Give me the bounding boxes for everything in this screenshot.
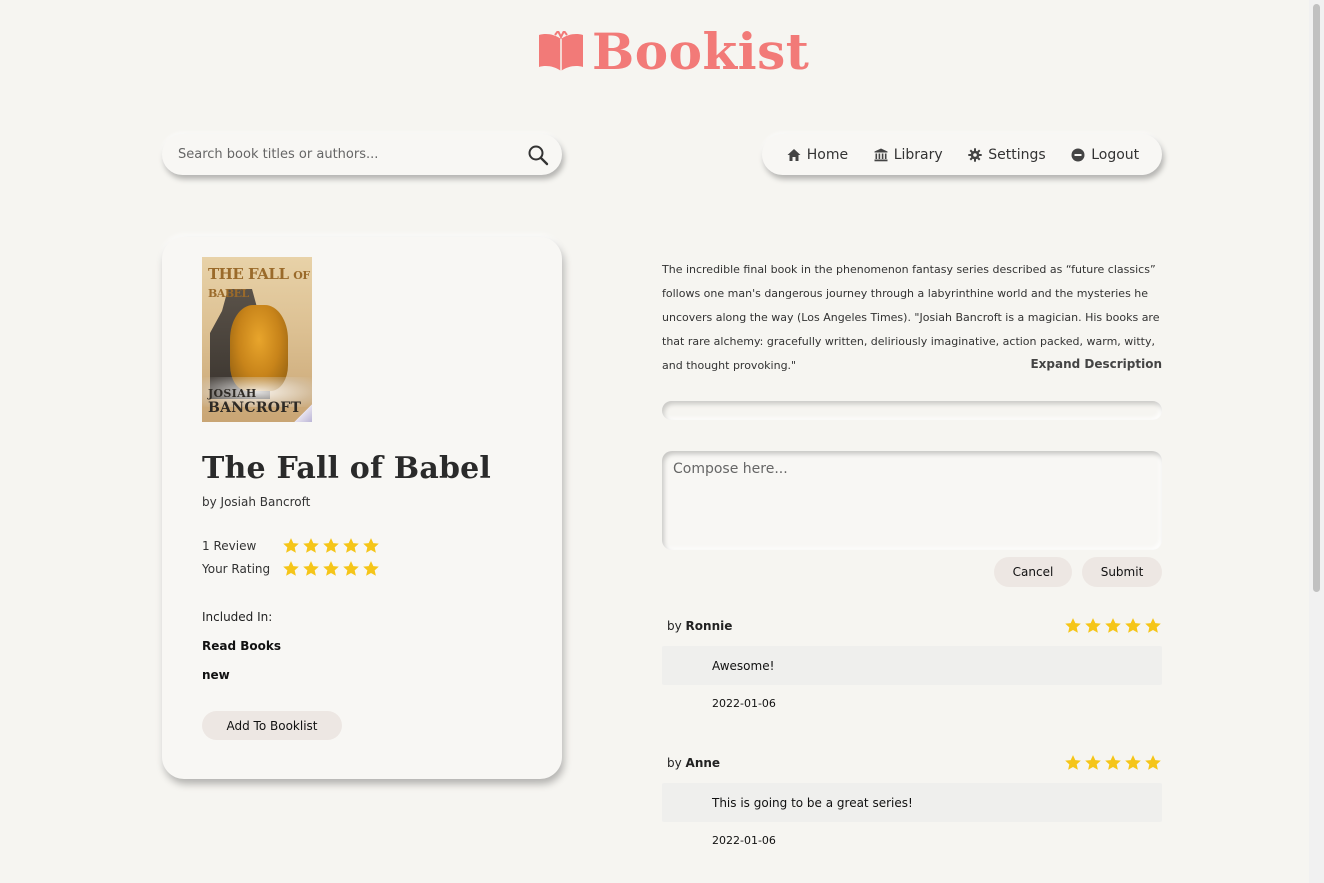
average-rating-stars — [282, 537, 380, 555]
star-icon — [1105, 755, 1121, 770]
review-text: This is going to be a great series! — [662, 783, 1162, 822]
brand-logo[interactable]: Bookist — [538, 24, 809, 80]
scrollbar-thumb[interactable] — [1313, 4, 1320, 592]
logout-icon — [1071, 148, 1085, 161]
book-card: THE FALL OF BABEL JOSIAH BANCROFT The Fa… — [162, 237, 562, 779]
search-bar — [162, 134, 562, 175]
add-to-booklist-button[interactable]: Add To Booklist — [202, 711, 342, 740]
star-icon — [323, 538, 339, 553]
reading-progress-bar[interactable] — [662, 401, 1162, 420]
nav-library[interactable]: Library — [874, 147, 943, 163]
star-icon — [1105, 618, 1121, 633]
review-stars — [1064, 617, 1162, 635]
star-icon — [343, 538, 359, 553]
gear-icon — [968, 147, 982, 162]
review-header: by Ronnie — [662, 614, 1162, 640]
included-in-label: Included In: — [202, 610, 273, 624]
star-icon — [1085, 618, 1101, 633]
review-count-row: 1 Review — [202, 537, 380, 555]
shelf-link[interactable]: Read Books — [202, 639, 281, 653]
star-icon — [1065, 618, 1081, 633]
star-icon — [1125, 755, 1141, 770]
open-book-icon — [539, 31, 583, 71]
review-header: by Anne — [662, 751, 1162, 777]
library-icon — [874, 148, 888, 161]
star-icon — [1065, 755, 1081, 770]
review-username[interactable]: Ronnie — [686, 619, 733, 633]
expand-description-link[interactable]: Expand Description — [1000, 357, 1162, 371]
star-icon — [363, 538, 379, 553]
your-rating-label: Your Rating — [202, 562, 271, 576]
nav-home[interactable]: Home — [787, 147, 848, 163]
your-rating-stars[interactable] — [282, 560, 380, 578]
review-text: Awesome! — [662, 646, 1162, 685]
star-icon — [303, 538, 319, 553]
nav-logout[interactable]: Logout — [1071, 147, 1139, 163]
star-icon[interactable] — [282, 560, 300, 578]
review-date: 2022-01-06 — [712, 697, 776, 710]
book-cover: THE FALL OF BABEL JOSIAH BANCROFT — [202, 257, 312, 422]
nav-logout-label: Logout — [1091, 146, 1140, 163]
star-icon[interactable] — [302, 560, 320, 578]
search-icon[interactable] — [526, 143, 550, 167]
main-nav: Home Library Settings Logout — [762, 134, 1162, 175]
your-rating-row: Your Rating — [202, 560, 380, 578]
book-author: by Josiah Bancroft — [202, 495, 311, 509]
nav-settings[interactable]: Settings — [968, 146, 1046, 163]
review-count: 1 Review — [202, 539, 257, 553]
review-date: 2022-01-06 — [712, 834, 776, 847]
star-icon — [1145, 755, 1161, 770]
nav-library-label: Library — [893, 146, 943, 163]
star-icon[interactable] — [342, 560, 360, 578]
star-icon — [283, 538, 299, 553]
search-input[interactable] — [176, 146, 526, 163]
review-author: by Anne — [667, 756, 721, 770]
review-stars — [1064, 754, 1162, 772]
star-icon[interactable] — [362, 560, 380, 578]
book-title: The Fall of Babel — [202, 451, 492, 486]
review-username[interactable]: Anne — [686, 756, 721, 770]
page-scrollbar[interactable] — [1309, 0, 1324, 883]
nav-settings-label: Settings — [988, 146, 1046, 163]
compose-review-input[interactable] — [662, 451, 1162, 550]
brand-name: Bookist — [592, 22, 810, 81]
home-icon — [787, 148, 801, 161]
star-icon[interactable] — [322, 560, 340, 578]
shelf-link[interactable]: new — [202, 668, 230, 682]
cover-title: THE FALL OF BABEL — [208, 265, 310, 300]
review-author: by Ronnie — [667, 619, 733, 633]
submit-button[interactable]: Submit — [1082, 557, 1162, 587]
cancel-button[interactable]: Cancel — [994, 557, 1072, 587]
star-icon — [1145, 618, 1161, 633]
star-icon — [1125, 618, 1141, 633]
nav-home-label: Home — [806, 146, 849, 163]
star-icon — [1085, 755, 1101, 770]
